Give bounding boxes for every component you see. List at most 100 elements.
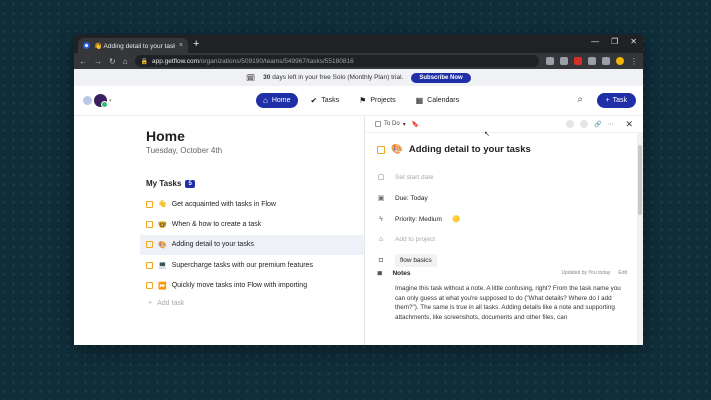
notes-header: ≣ Notes Updated by You today Edit (377, 269, 627, 278)
nav-projects-label: Projects (370, 97, 396, 104)
share-icon[interactable] (546, 57, 554, 65)
list-item[interactable]: 🤓 When & how to create a task (140, 214, 364, 234)
scrollbar-thumb[interactable] (638, 145, 642, 215)
home-browser-icon[interactable]: ⌂ (123, 57, 128, 66)
my-tasks-header: My Tasks 5 (146, 179, 195, 188)
project-field[interactable]: ⌂ Add to project (377, 236, 435, 243)
tag-icon: ⌂ (378, 236, 384, 243)
list-item[interactable]: ⏩ Quickly move tasks into Flow with impo… (140, 276, 364, 296)
calendar-icon: ▦ (415, 96, 424, 105)
notes-edit-button[interactable]: Edit (618, 270, 627, 276)
panel-toolbar: To Do ▾ 🔖 🔗 ⋯ ✕ (365, 116, 643, 133)
tab-bar: 👋 Adding detail to your tasks × + — ❐ ✕ (74, 35, 643, 53)
list-item[interactable]: 👋 Get acquainted with tasks in Flow (140, 194, 364, 214)
nav-tasks[interactable]: ✔ Tasks (304, 93, 347, 108)
priority-circle-icon: 🟡 (451, 216, 461, 223)
nav-projects[interactable]: ⚑ Projects (352, 93, 402, 108)
org-icon (83, 96, 92, 105)
search-icon[interactable]: ⌕ (577, 94, 583, 105)
trial-banner: 🗓 30 days left in your free Solo (Monthl… (74, 69, 643, 86)
more-icon[interactable]: ⋯ (607, 121, 613, 128)
plus-icon: + (148, 300, 153, 308)
due-date-field[interactable]: ▣ Due: Today (377, 194, 428, 203)
new-tab-button[interactable]: + (193, 38, 199, 50)
page-date: Tuesday, October 4th (146, 146, 223, 155)
add-task-button-label: Task (612, 97, 627, 104)
panel-scrollbar[interactable] (637, 133, 643, 345)
bookmark-icon[interactable]: 🔖 (412, 121, 419, 128)
timer-icon[interactable] (579, 120, 588, 128)
lightning-icon: ϟ (379, 215, 383, 223)
task-count-badge: 5 (185, 179, 195, 188)
browser-menu-icon[interactable]: ⋮ (630, 57, 638, 66)
browser-tab[interactable]: 👋 Adding detail to your tasks × (78, 38, 188, 53)
tag-chip[interactable]: flow basics (395, 254, 437, 267)
trial-text: 30 days left in your free Solo (Monthly … (263, 74, 404, 81)
calendar-icon: ▢ (377, 174, 385, 181)
close-icon[interactable]: ✕ (625, 119, 633, 130)
task-label: Adding detail to your tasks (171, 241, 254, 249)
task-checkbox[interactable] (146, 200, 153, 208)
panel-tools: 🔗 ⋯ ✕ (565, 119, 633, 130)
forward-arrow-icon[interactable]: → (94, 57, 102, 66)
nav-home[interactable]: ⌂ Home (256, 93, 298, 108)
calendar-small-icon: 🗓 (246, 74, 256, 82)
puzzle-icon[interactable] (588, 57, 596, 65)
check-icon: ✔ (310, 96, 318, 105)
task-checkbox[interactable] (146, 261, 153, 269)
play-icon[interactable] (565, 120, 574, 128)
chevron-down-icon: ▾ (402, 121, 406, 128)
task-title[interactable]: Adding detail to your tasks (409, 144, 531, 155)
list-item[interactable]: 💻 Supercharge tasks with our premium fea… (140, 255, 364, 275)
status-dropdown[interactable]: To Do ▾ (375, 121, 406, 128)
due-label: Due: Today (395, 194, 428, 202)
link-icon[interactable]: 🔗 (594, 121, 601, 128)
task-label: When & how to create a task (171, 221, 262, 229)
list-item[interactable]: 🎨 Adding detail to your tasks (140, 234, 364, 256)
page-title: Home (146, 128, 185, 144)
tab-close-icon[interactable]: × (179, 42, 183, 49)
task-label: Get acquainted with tasks in Flow (171, 200, 276, 208)
workspace-switcher[interactable]: ▾ (83, 94, 112, 108)
my-tasks-label: My Tasks (146, 179, 182, 188)
home-icon: ⌂ (263, 96, 268, 105)
add-task-button[interactable]: + Task (596, 93, 636, 108)
notes-body[interactable]: Imagine this task without a note. A litt… (395, 284, 631, 322)
nav-tasks-label: Tasks (321, 97, 340, 104)
profile-avatar-icon[interactable] (616, 57, 624, 65)
task-checkbox[interactable] (146, 241, 153, 249)
maximize-icon[interactable]: ❐ (611, 37, 618, 46)
label-icon: ◘ (378, 257, 384, 264)
bookmark-star-icon[interactable] (560, 57, 568, 65)
task-checkbox[interactable] (146, 221, 153, 229)
sidepanel-icon[interactable] (602, 57, 610, 65)
task-checkbox[interactable] (146, 282, 153, 290)
add-task-link[interactable]: + Add task (140, 296, 364, 312)
url-path: /organizations/509190/teams/549967/tasks… (199, 57, 354, 65)
task-emoji-icon: ⏩ (158, 282, 167, 290)
close-window-icon[interactable]: ✕ (630, 37, 637, 46)
due-calendar-icon: ▣ (377, 195, 385, 202)
start-date-field[interactable]: ▢ Set start date (377, 173, 434, 182)
flow-favicon-icon (83, 42, 90, 49)
tags-field[interactable]: ◘ flow basics (377, 254, 437, 267)
nav-calendars[interactable]: ▦ Calendars (409, 93, 466, 108)
notes-meta: Updated by You today Edit (561, 270, 627, 276)
url-input[interactable]: 🔒 app.getflow.com/organizations/509190/t… (134, 55, 539, 67)
task-list: 👋 Get acquainted with tasks in Flow 🤓 Wh… (140, 194, 364, 312)
reload-icon[interactable]: ↻ (109, 57, 116, 66)
flag-icon: ⚑ (359, 96, 367, 105)
mouse-cursor-icon: ↖ (484, 131, 490, 138)
start-date-label: Set start date (395, 173, 434, 181)
extension-icon[interactable] (574, 57, 582, 65)
status-label: To Do (384, 121, 400, 127)
chevron-down-icon: ▾ (109, 97, 112, 104)
subscribe-button[interactable]: Subscribe Now (411, 72, 471, 83)
lock-icon: 🔒 (140, 58, 149, 65)
notes-updated: Updated by You today (561, 270, 611, 276)
task-emoji-icon: 🎨 (158, 241, 167, 249)
priority-field[interactable]: ϟ Priority: Medium 🟡 (377, 215, 461, 224)
back-arrow-icon[interactable]: ← (79, 57, 87, 66)
minimize-icon[interactable]: — (591, 37, 599, 46)
task-checkbox[interactable] (377, 145, 385, 154)
